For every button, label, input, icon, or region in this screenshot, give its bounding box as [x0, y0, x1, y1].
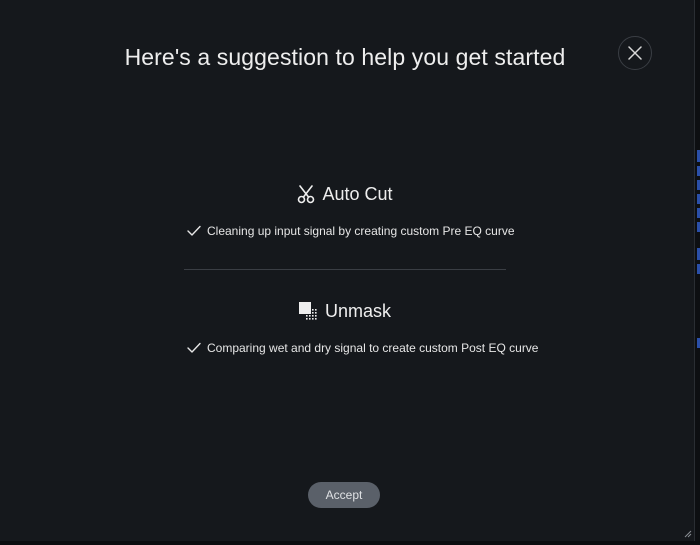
unmask-label: Unmask: [324, 301, 391, 321]
section-divider: [184, 269, 506, 270]
unmask-feature: Comparing wet and dry signal to create c…: [187, 341, 538, 355]
unmask-heading: Unmask: [0, 301, 690, 322]
auto-cut-label: Auto Cut: [322, 184, 393, 204]
scissors-icon: [298, 185, 315, 204]
suggestion-dialog: Here's a suggestion to help you get star…: [0, 0, 694, 541]
checkmark-icon: [187, 342, 201, 353]
unmask-icon: [298, 302, 317, 320]
close-button[interactable]: [618, 36, 652, 70]
close-icon: [628, 46, 642, 60]
resize-grip-icon[interactable]: [682, 528, 692, 538]
unmask-feature-text: Comparing wet and dry signal to create c…: [207, 341, 539, 355]
background-bottom-edge: [0, 541, 700, 545]
background-window-edge: [694, 0, 700, 545]
checkmark-icon: [187, 225, 201, 236]
auto-cut-feature: Cleaning up input signal by creating cus…: [187, 224, 515, 238]
dialog-title: Here's a suggestion to help you get star…: [124, 44, 566, 70]
auto-cut-heading: Auto Cut: [0, 184, 690, 205]
auto-cut-feature-text: Cleaning up input signal by creating cus…: [207, 224, 515, 238]
accept-button[interactable]: Accept: [308, 482, 380, 508]
